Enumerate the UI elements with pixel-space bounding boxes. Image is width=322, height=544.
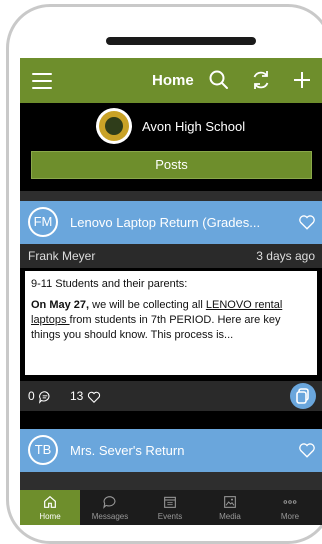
post-feed: FM Lenovo Laptop Return (Grades... Frank… <box>20 191 322 491</box>
post-title: Mrs. Sever's Return <box>70 443 185 458</box>
post-body-intro: 9-11 Students and their parents: <box>31 278 188 290</box>
posts-button[interactable]: Posts <box>31 151 312 179</box>
comment-count[interactable]: 0 <box>28 389 52 404</box>
post-title: Lenovo Laptop Return (Grades... <box>70 215 261 230</box>
app-screen: Home Avon High School Posts FM Lenovo La… <box>20 58 322 525</box>
heart-icon <box>87 391 100 403</box>
post-header[interactable]: TB Mrs. Sever's Return <box>20 429 322 472</box>
plus-icon[interactable] <box>290 68 314 92</box>
avatar: FM <box>28 207 58 237</box>
comment-icon <box>38 391 50 404</box>
post-card[interactable]: FM Lenovo Laptop Return (Grades... Frank… <box>20 201 322 434</box>
heart-icon[interactable] <box>298 213 316 231</box>
copy-icon[interactable] <box>290 383 316 409</box>
post-footer: 0 13 <box>20 381 322 411</box>
post-header[interactable]: FM Lenovo Laptop Return (Grades... <box>20 201 322 244</box>
post-body-text: On May 27, we will be collecting all LEN… <box>31 299 283 341</box>
page-title: Home <box>152 72 194 89</box>
tab-messages[interactable]: Messages <box>80 490 140 525</box>
tab-media[interactable]: Media <box>200 490 260 525</box>
tab-more[interactable]: More <box>260 490 320 525</box>
chat-icon <box>103 496 116 509</box>
top-bar: Home <box>20 58 322 103</box>
heart-icon[interactable] <box>298 441 316 459</box>
post-meta: Frank Meyer 3 days ago <box>20 244 322 268</box>
image-icon <box>224 496 236 508</box>
school-banner[interactable]: Avon High School <box>20 103 322 148</box>
tab-bar: Home Messages Events Media More <box>20 490 322 525</box>
post-body[interactable]: 9-11 Students and their parents: On May … <box>25 271 317 375</box>
phone-speaker <box>106 37 256 45</box>
like-count[interactable]: 13 <box>70 389 101 404</box>
post-author[interactable]: Frank Meyer <box>28 249 95 263</box>
tab-events[interactable]: Events <box>140 490 200 525</box>
post-time: 3 days ago <box>256 249 315 263</box>
more-icon <box>283 500 297 504</box>
school-name: Avon High School <box>142 119 246 134</box>
avatar: TB <box>28 435 58 465</box>
menu-icon[interactable] <box>32 73 52 89</box>
search-icon[interactable] <box>207 68 231 92</box>
home-icon <box>44 495 56 508</box>
tab-home[interactable]: Home <box>20 490 80 525</box>
post-card[interactable]: TB Mrs. Sever's Return <box>20 429 322 489</box>
school-seal-icon <box>96 108 132 144</box>
refresh-icon[interactable] <box>249 68 273 92</box>
calendar-icon <box>164 496 176 508</box>
